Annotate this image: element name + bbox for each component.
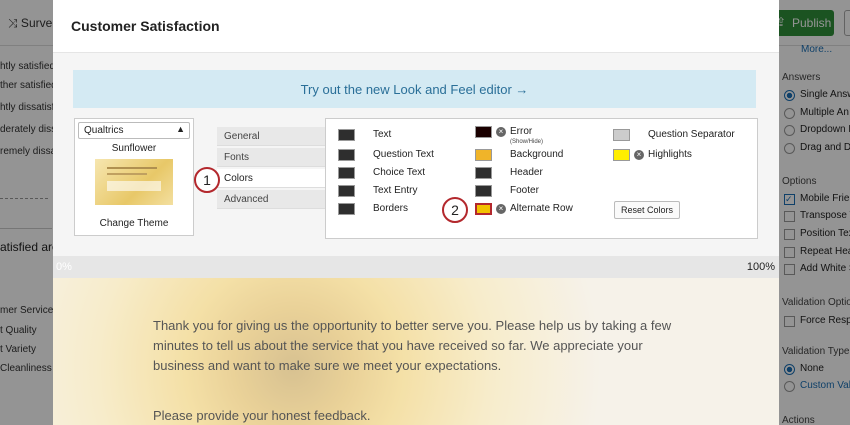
color-swatch[interactable]	[475, 149, 492, 161]
color-label: Footer	[510, 185, 539, 196]
color-label: Alternate Row	[510, 203, 573, 214]
tab-fonts[interactable]: Fonts	[217, 148, 325, 167]
progress-end-label: 100%	[746, 261, 775, 273]
color-label: Choice Text	[373, 167, 426, 178]
color-label: Background	[510, 149, 564, 160]
theme-box: Qualtrics ▲ Sunflower Change Theme	[74, 118, 194, 236]
color-swatch[interactable]	[475, 203, 492, 215]
color-swatch[interactable]	[475, 167, 492, 179]
question-text: Please provide your honest feedback.	[153, 408, 371, 423]
color-swatch[interactable]	[338, 185, 355, 197]
reset-colors-button[interactable]: Reset Colors	[614, 201, 680, 219]
intro-text: Thank you for giving us the opportunity …	[153, 318, 672, 373]
tab-colors[interactable]: Colors	[217, 169, 325, 188]
clear-color-icon[interactable]: ×	[496, 127, 506, 137]
color-label: Question Separator	[648, 129, 735, 140]
progress-bar: 0% 100%	[53, 256, 779, 278]
color-label: Error	[510, 126, 533, 137]
color-label: Highlights	[648, 149, 692, 160]
color-swatch[interactable]	[613, 149, 630, 161]
look-and-feel-modal: Customer Satisfaction Try out the new Lo…	[53, 0, 779, 425]
color-swatch[interactable]	[338, 149, 355, 161]
tab-general[interactable]: General	[217, 127, 325, 146]
color-swatch[interactable]	[338, 167, 355, 179]
color-label: Borders	[373, 203, 409, 214]
clear-color-icon[interactable]: ×	[496, 204, 506, 214]
colors-panel: Text Question Text Choice Text Text Entr…	[325, 118, 758, 239]
look-and-feel-banner-link[interactable]: Try out the new Look and Feel editor →	[73, 70, 756, 108]
color-swatch[interactable]	[613, 129, 630, 141]
step-badge: 2	[442, 197, 468, 223]
theme-library-value: Qualtrics	[84, 125, 124, 136]
step-badge: 1	[194, 167, 220, 193]
modal-content: Try out the new Look and Feel editor → Q…	[53, 53, 779, 425]
tab-advanced[interactable]: Advanced	[217, 190, 325, 209]
change-theme-button[interactable]: Change Theme	[75, 218, 193, 229]
clear-color-icon[interactable]: ×	[634, 150, 644, 160]
show-hide-toggle[interactable]: (Show/Hide)	[510, 139, 543, 145]
color-label: Header	[510, 167, 543, 178]
color-label: Text Entry	[373, 185, 418, 196]
color-swatch[interactable]	[475, 185, 492, 197]
color-swatch[interactable]	[338, 203, 355, 215]
progress-start-label: 0%	[56, 261, 72, 273]
color-swatch[interactable]	[338, 129, 355, 141]
color-label: Question Text	[373, 149, 434, 160]
theme-name: Sunflower	[111, 143, 157, 154]
sort-caret-icon: ▲	[176, 124, 185, 134]
modal-title: Customer Satisfaction	[71, 18, 220, 34]
theme-library-select[interactable]: Qualtrics ▲	[78, 122, 190, 139]
survey-preview: Thank you for giving us the opportunity …	[53, 278, 779, 425]
theme-thumbnail[interactable]	[95, 159, 173, 205]
color-swatch[interactable]	[475, 126, 492, 138]
color-label: Text	[373, 129, 392, 140]
